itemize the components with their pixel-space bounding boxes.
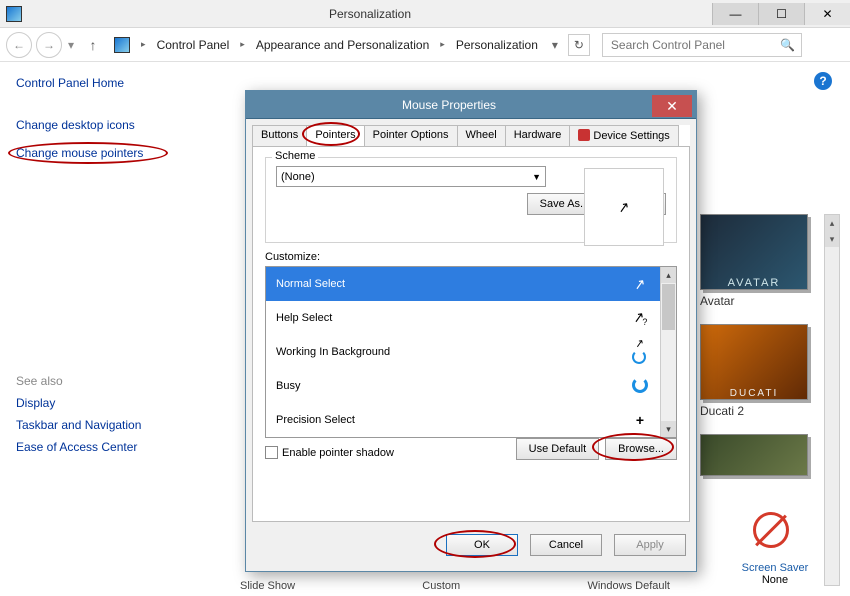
address-dropdown[interactable]: ▾ xyxy=(546,38,564,52)
dialog-titlebar[interactable]: Mouse Properties ✕ xyxy=(246,91,696,119)
search-icon: 🔍 xyxy=(780,38,795,52)
search-input[interactable] xyxy=(609,37,774,53)
cursor-icon: ↖ xyxy=(617,198,632,217)
cursor-spinner-icon: ↖ xyxy=(630,334,650,371)
listbox-scrollbar[interactable]: ▴ ▾ xyxy=(660,267,676,437)
tab-device-settings[interactable]: Device Settings xyxy=(569,125,678,146)
see-also-heading: See also xyxy=(16,374,174,388)
customize-listbox[interactable]: Normal Select ↖ Help Select ↖ Working In… xyxy=(265,266,677,438)
chevron-right-icon[interactable]: ▸ xyxy=(437,39,448,50)
refresh-button[interactable]: ↻ xyxy=(568,34,590,56)
scheme-value: (None) xyxy=(281,171,315,183)
back-button[interactable]: ← xyxy=(6,32,32,58)
spinner-icon xyxy=(630,377,650,396)
breadcrumb-appearance[interactable]: Appearance and Personalization xyxy=(252,36,433,54)
navigation-bar: ← → ▾ ↑ ▸ Control Panel ▸ Appearance and… xyxy=(0,28,850,62)
use-default-button[interactable]: Use Default xyxy=(516,438,599,460)
sidebar: Control Panel Home Change desktop icons … xyxy=(0,62,190,596)
cursor-icon: ↖ xyxy=(630,276,650,293)
scrollbar-thumb[interactable] xyxy=(662,284,675,330)
mouse-properties-dialog: Mouse Properties ✕ Buttons Pointers Poin… xyxy=(245,90,697,572)
tab-pointers[interactable]: Pointers xyxy=(306,125,364,146)
annotation-circle xyxy=(302,122,360,146)
theme-thumbnail-ducati[interactable]: DUCATI xyxy=(700,324,808,400)
chevron-down-icon: ▼ xyxy=(532,172,541,182)
desktop-background-row: Slide Show Custom Windows Default xyxy=(240,580,670,592)
minimize-button[interactable]: — xyxy=(712,3,758,25)
tab-pointer-options[interactable]: Pointer Options xyxy=(364,125,458,146)
apply-button[interactable]: Apply xyxy=(614,534,686,556)
forward-button[interactable]: → xyxy=(36,32,62,58)
precision-icon: + xyxy=(630,412,650,428)
cancel-button[interactable]: Cancel xyxy=(530,534,602,556)
scheme-label: Scheme xyxy=(272,150,318,162)
display-link[interactable]: Display xyxy=(16,396,174,410)
enable-pointer-shadow-checkbox[interactable] xyxy=(265,446,278,459)
annotation-circle xyxy=(434,530,516,558)
screensaver-link[interactable]: Screen Saver xyxy=(730,562,820,574)
tab-strip: Buttons Pointers Pointer Options Wheel H… xyxy=(252,125,690,147)
list-item-normal-select[interactable]: Normal Select ↖ xyxy=(266,267,660,301)
taskbar-navigation-link[interactable]: Taskbar and Navigation xyxy=(16,418,174,432)
annotation-circle xyxy=(592,433,674,461)
bottom-label: Windows Default xyxy=(587,580,670,592)
theme-thumbnail-partial[interactable] xyxy=(700,434,808,476)
list-item-help-select[interactable]: Help Select ↖ xyxy=(266,301,660,335)
scroll-down-button[interactable]: ▾ xyxy=(825,231,839,247)
dialog-title: Mouse Properties xyxy=(246,98,652,112)
tab-wheel[interactable]: Wheel xyxy=(457,125,506,146)
ease-of-access-link[interactable]: Ease of Access Center xyxy=(16,440,174,454)
up-button[interactable]: ↑ xyxy=(80,32,106,58)
customize-label: Customize: xyxy=(265,251,677,263)
list-item-busy[interactable]: Busy xyxy=(266,369,660,403)
chevron-right-icon[interactable]: ▸ xyxy=(237,39,248,50)
tab-buttons[interactable]: Buttons xyxy=(252,125,307,146)
bottom-label: Custom xyxy=(422,580,460,592)
sidebar-link-label: Change mouse pointers xyxy=(16,146,143,160)
breadcrumb-personalization[interactable]: Personalization xyxy=(452,36,542,54)
themes-panel: AVATAR Avatar DUCATI Ducati 2 ▴ ▾ Screen… xyxy=(700,214,840,586)
scroll-down-button[interactable]: ▾ xyxy=(661,421,676,437)
themes-scrollbar[interactable]: ▴ ▾ xyxy=(824,214,840,586)
search-box[interactable]: 🔍 xyxy=(602,33,802,57)
maximize-button[interactable]: ☐ xyxy=(758,3,804,25)
screensaver-icon[interactable] xyxy=(751,510,799,558)
theme-thumbnail-avatar[interactable]: AVATAR xyxy=(700,214,808,290)
theme-label: Ducati 2 xyxy=(700,404,840,418)
dialog-close-button[interactable]: ✕ xyxy=(652,95,692,117)
window-title: Personalization xyxy=(329,7,411,21)
tab-hardware[interactable]: Hardware xyxy=(505,125,571,146)
history-dropdown[interactable]: ▾ xyxy=(66,38,76,52)
address-icon xyxy=(114,37,130,53)
change-desktop-icons-link[interactable]: Change desktop icons xyxy=(16,118,174,132)
list-item-precision-select[interactable]: Precision Select + xyxy=(266,403,660,437)
scroll-up-button[interactable]: ▴ xyxy=(825,215,839,231)
change-mouse-pointers-link[interactable]: Change mouse pointers xyxy=(16,146,143,160)
help-icon[interactable]: ? xyxy=(814,72,832,90)
screensaver-value: None xyxy=(730,574,820,586)
scroll-up-button[interactable]: ▴ xyxy=(661,267,676,283)
app-icon xyxy=(6,6,22,22)
theme-label: Avatar xyxy=(700,294,840,308)
list-item-working-background[interactable]: Working In Background ↖ xyxy=(266,335,660,369)
window-titlebar: Personalization — ☐ ✕ xyxy=(0,0,850,28)
help-cursor-icon: ↖ xyxy=(630,309,650,328)
pointer-preview: ↖ xyxy=(584,168,664,246)
close-button[interactable]: ✕ xyxy=(804,3,850,25)
bottom-label: Slide Show xyxy=(240,580,295,592)
chevron-right-icon[interactable]: ▸ xyxy=(138,39,149,50)
scheme-combobox[interactable]: (None) ▼ xyxy=(276,166,546,187)
enable-pointer-shadow-label[interactable]: Enable pointer shadow xyxy=(282,447,394,459)
tab-body: Scheme (None) ▼ Save As... Delete ↖ Cust… xyxy=(252,147,690,522)
control-panel-home-link[interactable]: Control Panel Home xyxy=(16,76,174,90)
dialog-buttons: OK Cancel Apply xyxy=(246,528,696,562)
breadcrumb-control-panel[interactable]: Control Panel xyxy=(153,36,234,54)
